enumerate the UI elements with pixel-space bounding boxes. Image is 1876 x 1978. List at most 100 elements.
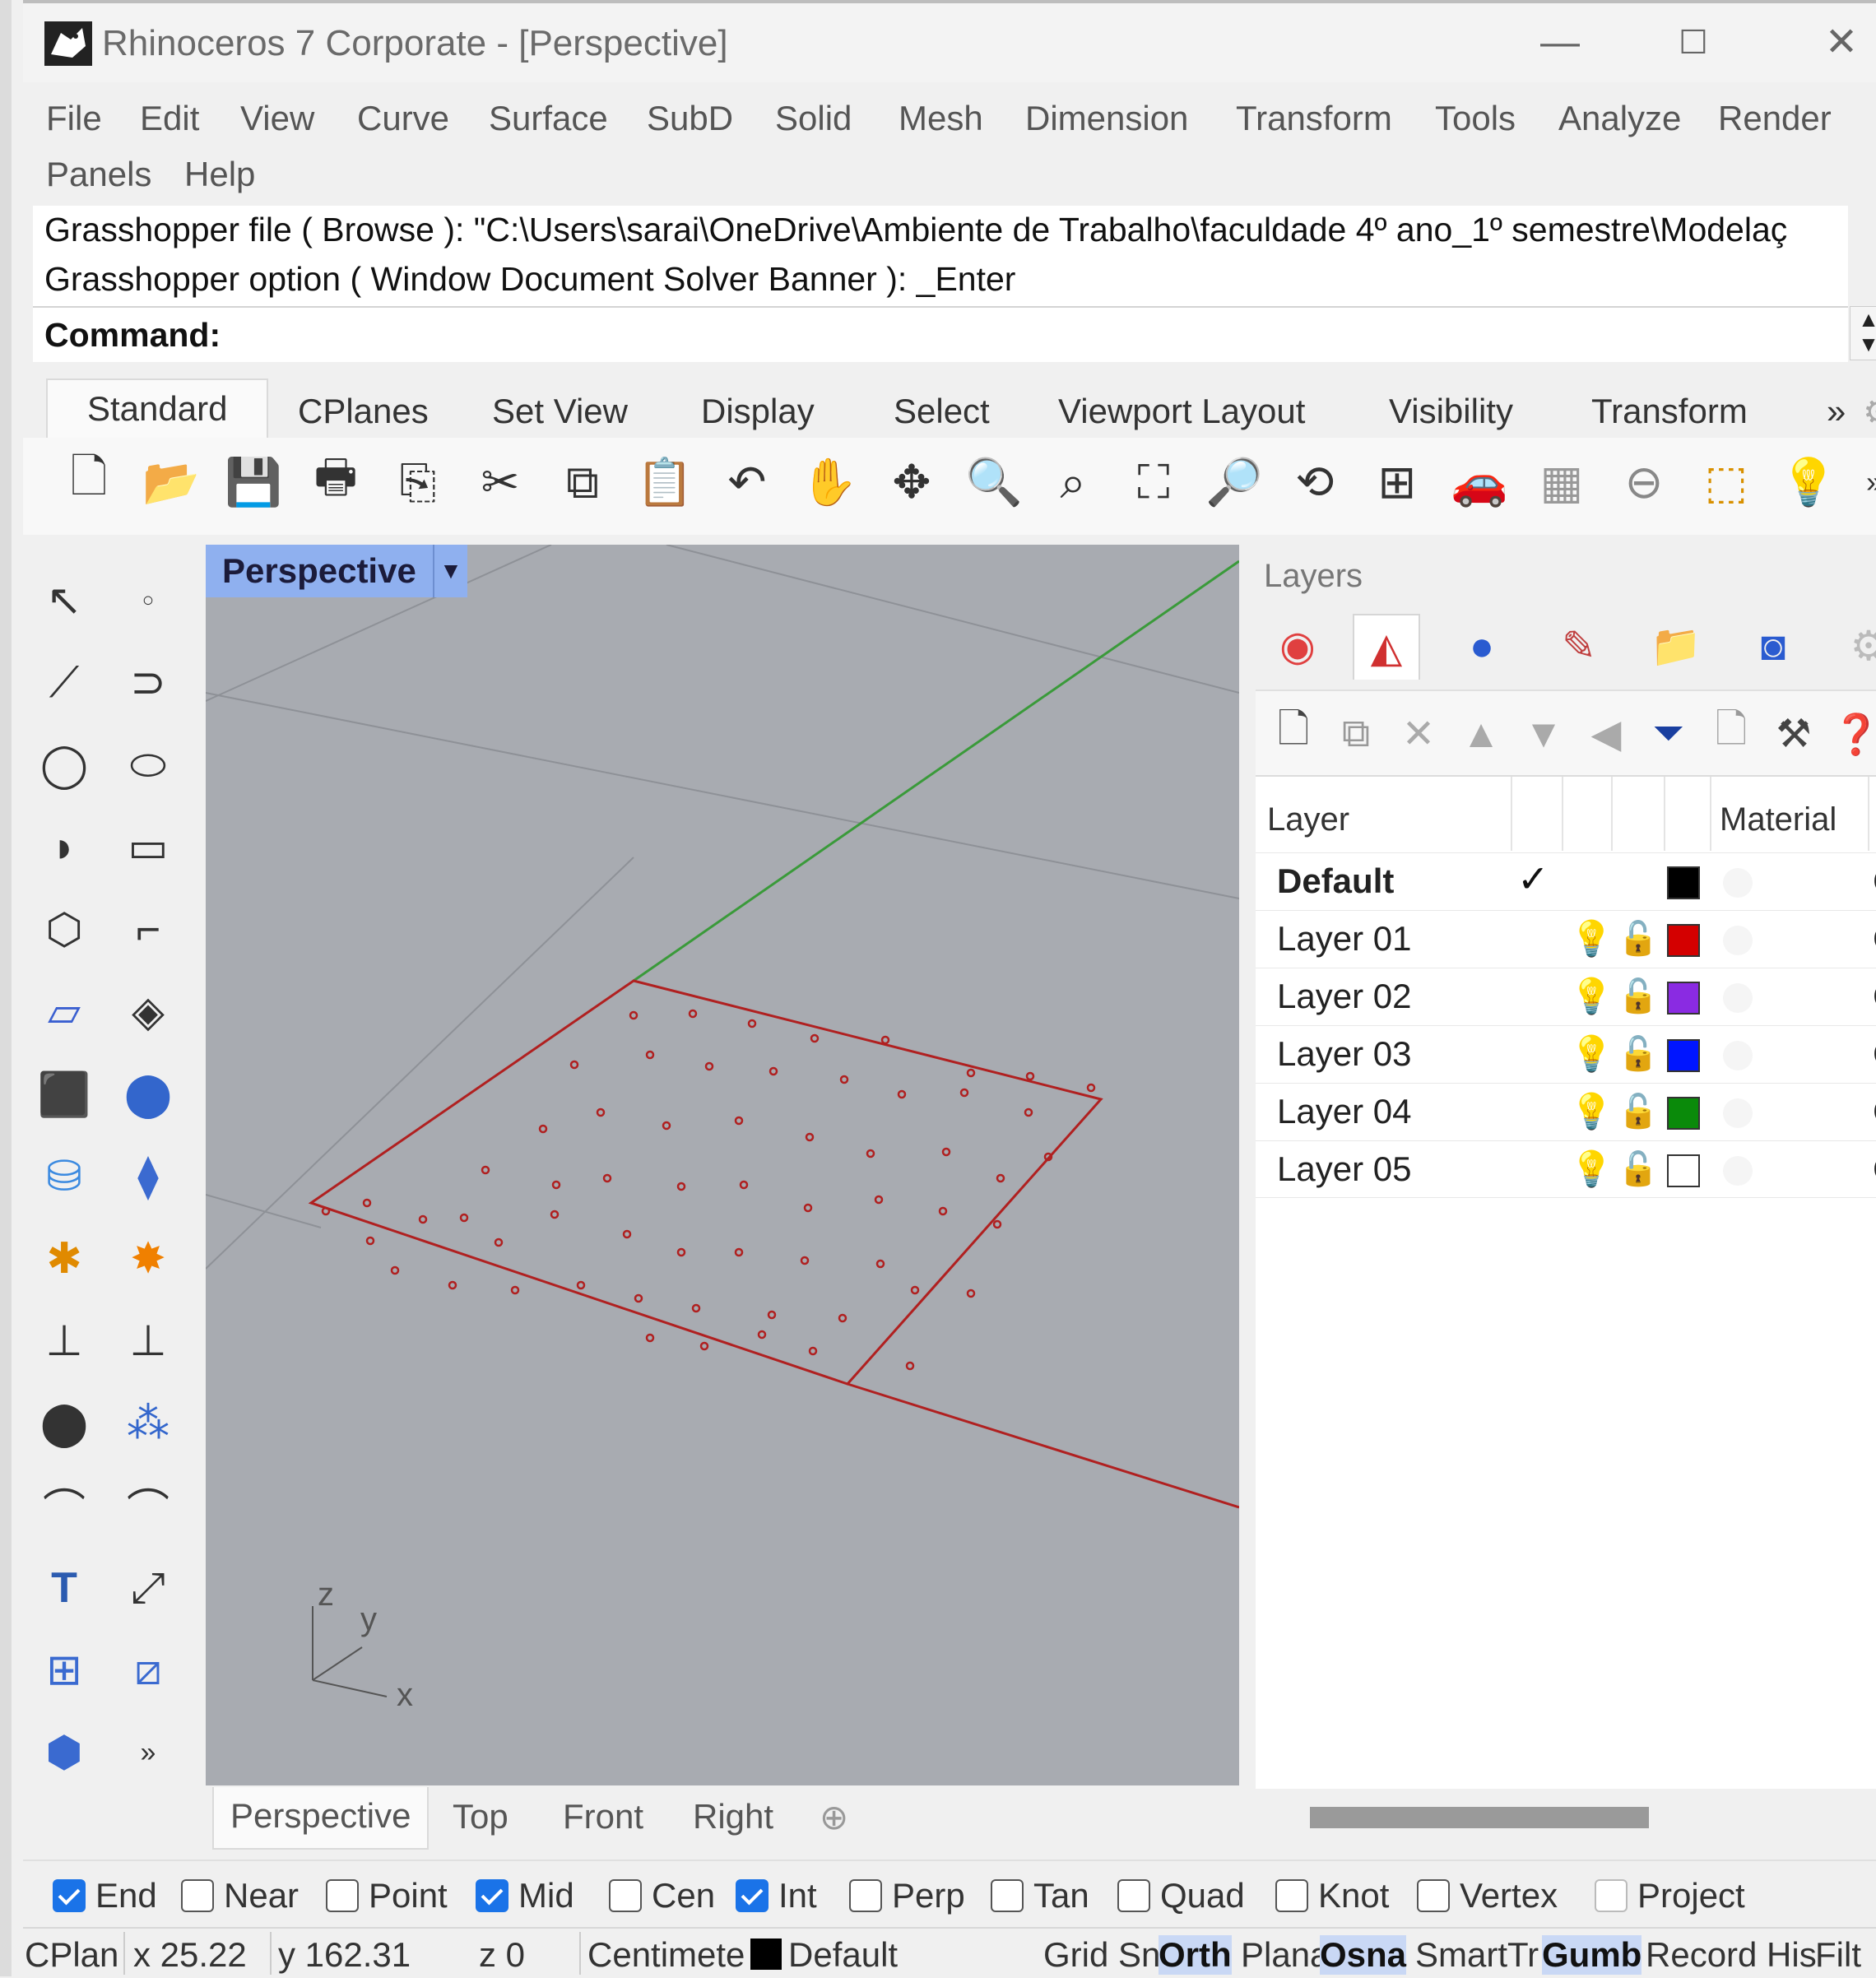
viewport-title[interactable]: Perspective (206, 545, 433, 597)
menu-analyze[interactable]: Analyze (1558, 99, 1681, 138)
add-viewport-tab-button[interactable]: ⊕ (820, 1797, 848, 1837)
osnap-checkbox[interactable] (476, 1879, 508, 1912)
osnap-checkbox[interactable] (736, 1879, 769, 1912)
layers-tab-icon[interactable]: ◭ (1353, 614, 1420, 680)
osnap-checkbox[interactable] (1117, 1879, 1150, 1912)
make-2d-icon[interactable]: ⧄ (115, 1637, 181, 1703)
rotate-view-icon[interactable]: ✥ (879, 449, 945, 515)
status-record-history[interactable]: Record His (1646, 1935, 1817, 1975)
solid-box-icon[interactable]: ⬛ (31, 1061, 97, 1127)
status-units[interactable]: Centimete (587, 1935, 745, 1975)
material-circle[interactable] (1723, 1098, 1753, 1128)
viewport-tab-right[interactable]: Right (693, 1797, 773, 1836)
status-filter[interactable]: Filt (1815, 1935, 1861, 1975)
explode-icon[interactable]: ✸ (115, 1226, 181, 1292)
fillet-edge-icon[interactable]: ⌒ (31, 1473, 97, 1539)
filter-icon[interactable]: ⏷ (1642, 708, 1695, 760)
tab-visibility[interactable]: Visibility (1389, 392, 1513, 431)
osnap-checkbox[interactable] (53, 1879, 86, 1912)
pan-hand-icon[interactable]: ✋ (796, 449, 862, 515)
material-circle[interactable] (1723, 926, 1753, 955)
layer-row-03[interactable]: Layer 03 💡 🔓 C (1256, 1025, 1876, 1082)
move-to-parent-icon[interactable]: ◀ (1580, 708, 1632, 760)
tab-standard[interactable]: Standard (46, 378, 269, 439)
light-bulb-icon[interactable]: 💡 (1776, 449, 1841, 515)
status-planar[interactable]: Plana (1241, 1935, 1329, 1975)
mesh-icon[interactable]: ⧫ (115, 1144, 181, 1210)
move-down-icon[interactable]: ▼ (1517, 708, 1570, 760)
unlock-icon[interactable]: 🔓 (1618, 919, 1659, 958)
surface-icon[interactable]: ▱ (31, 979, 97, 1045)
display-grid-icon[interactable]: ▦ (1529, 449, 1595, 515)
tab-select[interactable]: Select (894, 392, 990, 431)
new-sublayer-icon[interactable]: ⧉ (1330, 708, 1382, 760)
split-icon[interactable]: ⊥ (115, 1308, 181, 1374)
properties-color-icon[interactable]: ◉ (1265, 614, 1330, 678)
tab-cplanes[interactable]: CPlanes (298, 392, 429, 431)
layer-color-swatch[interactable] (1667, 1154, 1700, 1187)
material-circle[interactable] (1723, 868, 1753, 898)
cylinder-icon[interactable]: ⛁ (31, 1144, 97, 1210)
car-shade-icon[interactable]: 🚗 (1446, 449, 1512, 515)
menu-file[interactable]: File (46, 99, 102, 138)
material-circle[interactable] (1723, 983, 1753, 1013)
tab-viewport-layout[interactable]: Viewport Layout (1058, 392, 1305, 431)
layer-state-icon[interactable]: 🗋 (1705, 708, 1758, 760)
panel-gear-icon[interactable]: ⚙ (1837, 614, 1876, 678)
open-folder-icon[interactable]: 📂 (138, 449, 204, 515)
visibility-bulb-icon[interactable]: 💡 (1570, 1149, 1613, 1190)
paste-icon[interactable]: 📋 (632, 449, 698, 515)
point-icon[interactable]: ○ (115, 568, 181, 634)
layer-color-swatch[interactable] (1667, 924, 1700, 957)
ellipse-icon[interactable]: ⬭ (115, 732, 181, 798)
layer-row-default[interactable]: Default ✓ C (1256, 852, 1876, 909)
osnap-checkbox[interactable] (609, 1879, 642, 1912)
curve-icon[interactable]: ⊃ (115, 650, 181, 716)
four-viewports-icon[interactable]: ⊞ (1364, 449, 1430, 515)
column-header-layer[interactable]: Layer (1267, 801, 1349, 838)
more-left-tools-button[interactable]: » (115, 1720, 181, 1785)
new-layer-icon[interactable]: 🗋 (1267, 708, 1320, 760)
osnap-checkbox[interactable] (849, 1879, 882, 1912)
boolean-union-icon[interactable]: ⬤ (31, 1391, 97, 1456)
osnap-perp[interactable]: Perp (849, 1876, 965, 1915)
menu-dimension[interactable]: Dimension (1025, 99, 1188, 138)
cut-icon[interactable]: ✂ (467, 449, 533, 515)
cplane-icon[interactable]: ⊖ (1611, 449, 1677, 515)
material-circle[interactable] (1723, 1041, 1753, 1070)
scale-icon[interactable]: ⤢ (115, 1555, 181, 1621)
layer-color-swatch[interactable] (1667, 1039, 1700, 1072)
polygon-icon[interactable]: ⬡ (31, 897, 97, 963)
menu-subd[interactable]: SubD (647, 99, 733, 138)
save-icon[interactable]: 💾 (221, 449, 286, 515)
undo-icon[interactable]: ↶ (714, 449, 780, 515)
array-icon[interactable]: ⊞ (31, 1637, 97, 1703)
gear-icon[interactable]: ⚙ (1863, 392, 1876, 432)
menu-view[interactable]: View (240, 99, 314, 138)
layer-row-05[interactable]: Layer 05 💡 🔓 C (1256, 1140, 1876, 1198)
status-smarttrack[interactable]: SmartTr (1415, 1935, 1539, 1975)
tools-hammer-icon[interactable]: ⚒ (1767, 708, 1820, 760)
menu-help[interactable]: Help (184, 155, 255, 194)
viewport-tab-front[interactable]: Front (563, 1797, 643, 1836)
layer-color-swatch[interactable] (1667, 982, 1700, 1015)
layer-color-swatch[interactable] (1667, 1097, 1700, 1130)
osnap-checkbox[interactable] (181, 1879, 214, 1912)
fillet-curve-icon[interactable]: ⌐ (115, 897, 181, 963)
status-gumball[interactable]: Gumb (1542, 1935, 1642, 1975)
surface-edge-icon[interactable]: ◈ (115, 979, 181, 1045)
menu-curve[interactable]: Curve (357, 99, 449, 138)
zoom-window-icon[interactable]: ⌕ (1040, 449, 1106, 515)
zoom-selected-icon[interactable]: 🔎 (1201, 449, 1267, 515)
close-button[interactable]: ✕ (1817, 18, 1866, 67)
rectangle-icon[interactable]: ▭ (115, 815, 181, 880)
print-icon[interactable]: 🖶 (303, 449, 369, 515)
layer-row-02[interactable]: Layer 02 💡 🔓 C (1256, 968, 1876, 1024)
viewport-tab-top[interactable]: Top (453, 1797, 508, 1836)
perspective-viewport[interactable]: z y x Perspective ▼ (206, 545, 1239, 1785)
zoom-icon[interactable]: 🔍 (961, 449, 1027, 515)
circle-icon[interactable]: ◯ (31, 732, 97, 798)
osnap-quad[interactable]: Quad (1117, 1876, 1245, 1915)
osnap-checkbox[interactable] (991, 1879, 1024, 1912)
menu-mesh[interactable]: Mesh (899, 99, 983, 138)
